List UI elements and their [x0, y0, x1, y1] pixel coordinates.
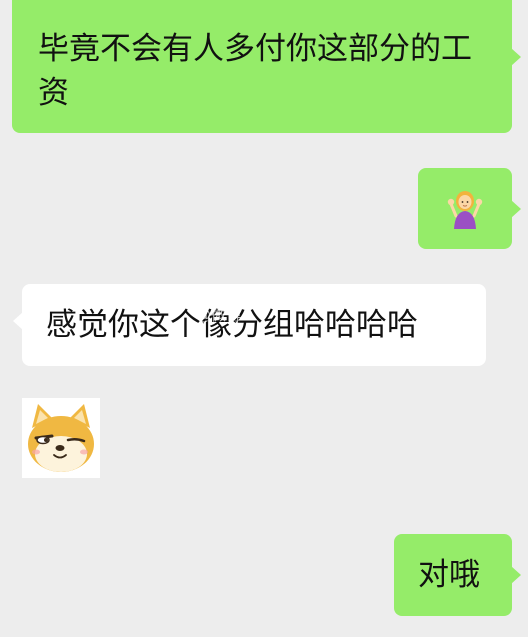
watermark: @微博: [196, 304, 241, 325]
outgoing-message-bubble[interactable]: 毕竟不会有人多付你这部分的工资: [12, 0, 521, 133]
person-shrugging-emoji: [447, 190, 483, 229]
chat-area: 毕竟不会有人多付你这部分的工资 感觉你这个像分组哈哈哈哈 @微博 对哦: [0, 0, 528, 637]
incoming-message-bubble[interactable]: 感觉你这个像分组哈哈哈哈: [13, 284, 486, 366]
outgoing-emoji-bubble[interactable]: [418, 168, 521, 249]
shiba-dog-sticker-icon: [28, 404, 94, 472]
message-text: 毕竟不会有人多付你这部分的工资: [38, 31, 472, 111]
watermark-text: @微博: [196, 306, 242, 324]
message-text: 对哦: [418, 557, 480, 593]
outgoing-message-bubble[interactable]: 对哦: [394, 534, 521, 616]
incoming-sticker[interactable]: [22, 398, 100, 478]
